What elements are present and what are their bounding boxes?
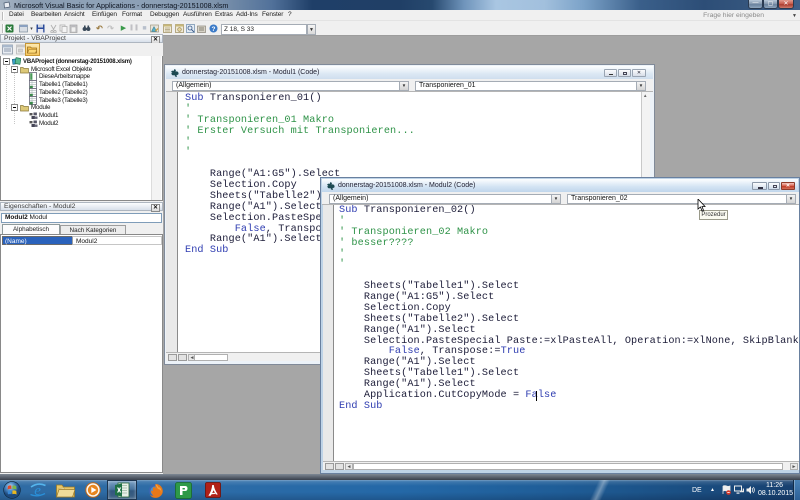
- svg-text:?: ?: [212, 26, 216, 33]
